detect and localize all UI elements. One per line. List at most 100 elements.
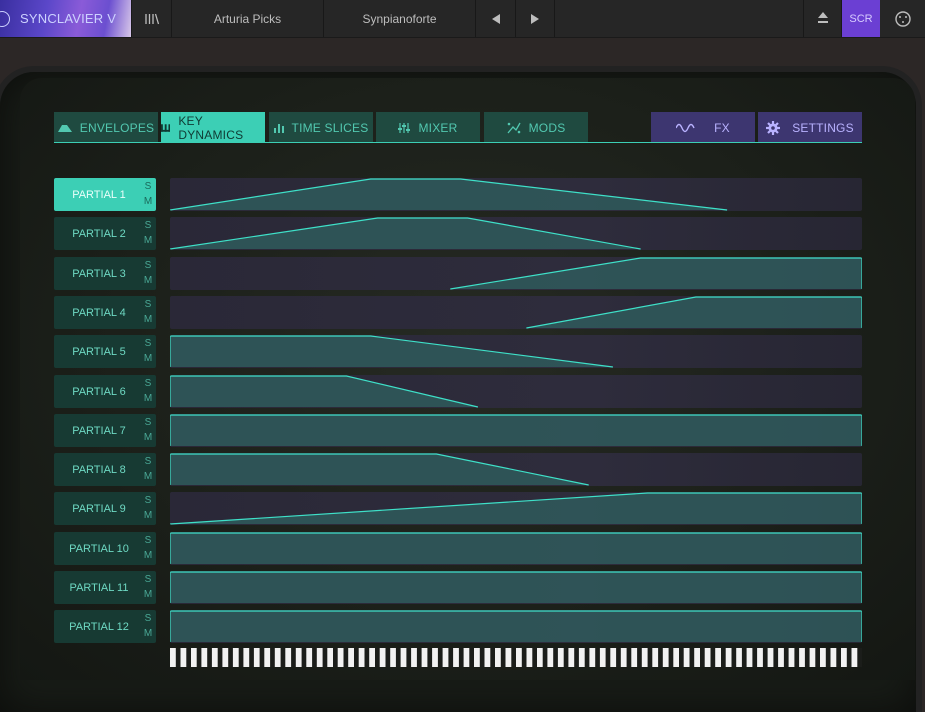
audio-settings-button[interactable] [880, 0, 925, 37]
solo-button[interactable]: S [142, 611, 154, 626]
keyboard-key[interactable] [458, 648, 464, 667]
key-dynamics-curve[interactable] [170, 335, 862, 368]
mute-button[interactable]: M [142, 548, 154, 563]
keyboard-key[interactable] [249, 648, 254, 667]
keyboard-key[interactable] [616, 648, 621, 667]
partial-button[interactable]: PARTIAL 2 SM [54, 217, 156, 250]
keyboard-key[interactable] [395, 648, 401, 667]
mute-button[interactable]: M [142, 587, 154, 602]
key-dynamics-curve[interactable] [170, 532, 862, 565]
key-dynamics-curve[interactable] [170, 414, 862, 447]
keyboard-key[interactable] [857, 648, 862, 667]
app-logo[interactable]: SYNCLAVIER V [0, 0, 132, 37]
keyboard-key[interactable] [825, 648, 831, 667]
keyboard-key[interactable] [637, 648, 642, 667]
solo-button[interactable]: S [142, 493, 154, 508]
solo-button[interactable]: S [142, 218, 154, 233]
partial-button[interactable]: PARTIAL 7 SM [54, 414, 156, 447]
mute-button[interactable]: M [142, 391, 154, 406]
keyboard-key[interactable] [563, 648, 569, 667]
keyboard-key[interactable] [511, 648, 516, 667]
solo-button[interactable]: S [142, 415, 154, 430]
keyboard-key[interactable] [532, 648, 537, 667]
keyboard-key[interactable] [741, 648, 747, 667]
keyboard-key[interactable] [354, 648, 359, 667]
keyboard-key[interactable] [490, 648, 495, 667]
keyboard-key[interactable] [364, 648, 370, 667]
keyboard-key[interactable] [322, 648, 328, 667]
keyboard-key[interactable] [836, 648, 841, 667]
tab-settings[interactable]: SETTINGS [758, 112, 862, 143]
key-dynamics-curve[interactable] [170, 610, 862, 643]
solo-button[interactable]: S [142, 376, 154, 391]
tab-envelopes[interactable]: ENVELOPES [54, 112, 158, 143]
partial-button[interactable]: PARTIAL 9 SM [54, 492, 156, 525]
keyboard-key[interactable] [647, 648, 653, 667]
keyboard-key[interactable] [217, 648, 223, 667]
keyboard-strip[interactable] [170, 648, 862, 667]
tab-fx[interactable]: FX [651, 112, 755, 143]
keyboard-key[interactable] [427, 648, 433, 667]
partial-button[interactable]: PARTIAL 5 SM [54, 335, 156, 368]
keyboard-key[interactable] [375, 648, 380, 667]
keyboard-key[interactable] [668, 648, 674, 667]
partial-button[interactable]: PARTIAL 6 SM [54, 375, 156, 408]
keyboard-key[interactable] [773, 648, 779, 667]
keyboard-key[interactable] [689, 648, 695, 667]
mute-button[interactable]: M [142, 233, 154, 248]
tab-time-slices[interactable]: TIME SLICES [269, 112, 373, 143]
mute-button[interactable]: M [142, 508, 154, 523]
mute-button[interactable]: M [142, 273, 154, 288]
keyboard-key[interactable] [762, 648, 768, 667]
keyboard-key[interactable] [605, 648, 611, 667]
tab-mixer[interactable]: MIXER [376, 112, 480, 143]
keyboard-key[interactable] [710, 648, 716, 667]
keyboard-key[interactable] [416, 648, 422, 667]
mute-button[interactable]: M [142, 194, 154, 209]
keyboard-key[interactable] [175, 648, 181, 667]
keyboard-key[interactable] [574, 648, 579, 667]
mute-button[interactable]: M [142, 626, 154, 641]
keyboard-key[interactable] [301, 648, 307, 667]
solo-button[interactable]: S [142, 258, 154, 273]
keyboard-key[interactable] [721, 648, 726, 667]
solo-button[interactable]: S [142, 533, 154, 548]
keyboard-key[interactable] [658, 648, 663, 667]
view-toggle-button[interactable] [803, 0, 842, 37]
keyboard-key[interactable] [794, 648, 800, 667]
partial-button[interactable]: PARTIAL 3 SM [54, 257, 156, 290]
keyboard-key[interactable] [846, 648, 852, 667]
solo-button[interactable]: S [142, 572, 154, 587]
previous-preset-button[interactable] [476, 0, 516, 37]
partial-button[interactable]: PARTIAL 11 S M [54, 571, 156, 604]
keyboard-key[interactable] [448, 648, 454, 667]
keyboard-key[interactable] [752, 648, 758, 667]
keyboard-key[interactable] [196, 648, 202, 667]
keyboard-key[interactable] [679, 648, 684, 667]
keyboard-key[interactable] [280, 648, 286, 667]
solo-button[interactable]: S [142, 179, 154, 194]
keyboard-key[interactable] [626, 648, 632, 667]
keyboard-key[interactable] [207, 648, 212, 667]
keyboard-key[interactable] [469, 648, 474, 667]
keyboard-key[interactable] [437, 648, 443, 667]
partial-button[interactable]: PARTIAL 8 SM [54, 453, 156, 486]
keyboard-key[interactable] [783, 648, 789, 667]
scr-button[interactable]: SCR [842, 0, 880, 37]
keyboard-key[interactable] [595, 648, 600, 667]
keyboard-key[interactable] [479, 648, 485, 667]
keyboard-key[interactable] [815, 648, 820, 667]
bank-selector[interactable]: Arturia Picks [172, 0, 324, 37]
key-dynamics-curve[interactable] [170, 217, 862, 250]
library-button[interactable] [132, 0, 172, 37]
keyboard-key[interactable] [731, 648, 737, 667]
key-dynamics-curve[interactable] [170, 296, 862, 329]
keyboard-key[interactable] [521, 648, 527, 667]
keyboard-key[interactable] [553, 648, 558, 667]
keyboard-key[interactable] [804, 648, 810, 667]
keyboard-key[interactable] [312, 648, 317, 667]
mute-button[interactable]: M [142, 351, 154, 366]
partial-button[interactable]: PARTIAL 1 SM [54, 178, 156, 211]
tab-key-dynamics[interactable]: KEY DYNAMICS [161, 112, 265, 143]
keyboard-key[interactable] [333, 648, 338, 667]
